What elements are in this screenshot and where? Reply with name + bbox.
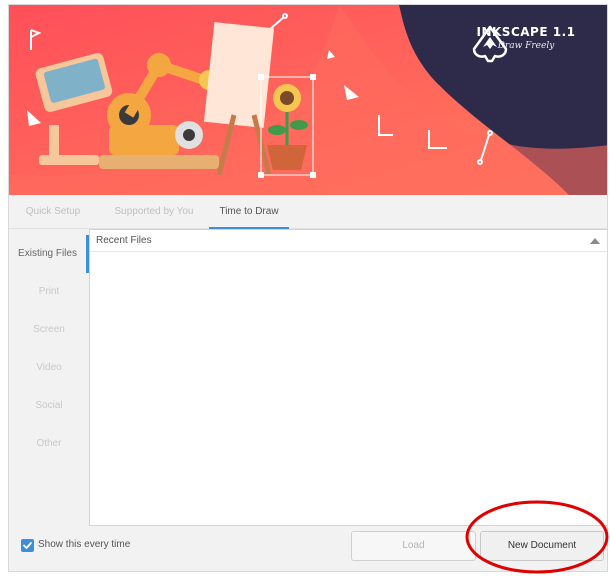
template-category-sidebar: Existing Files Print Screen Video Social… — [9, 229, 89, 525]
sidebar-item-other[interactable]: Other — [9, 425, 89, 463]
recent-files-list[interactable]: Recent Files — [89, 229, 607, 526]
dialog-footer: Show this every time Load New Document — [9, 526, 607, 571]
tab-time-to-draw[interactable]: Time to Draw — [209, 195, 289, 229]
tab-supported-by-you[interactable]: Supported by You — [109, 195, 199, 229]
sidebar-item-video[interactable]: Video — [9, 349, 89, 387]
load-button[interactable]: Load — [351, 531, 476, 561]
checkmark-icon — [23, 542, 32, 549]
welcome-dialog: INKSCAPE 1.1 Draw Freely Quick Setup Sup… — [8, 4, 608, 572]
welcome-tabs: Quick Setup Supported by You Time to Dra… — [9, 195, 607, 229]
show-every-time-checkbox[interactable] — [21, 539, 34, 552]
recent-files-header[interactable]: Recent Files — [90, 230, 607, 252]
welcome-banner: INKSCAPE 1.1 Draw Freely — [9, 5, 607, 195]
sidebar-item-print[interactable]: Print — [9, 273, 89, 311]
tab-quick-setup[interactable]: Quick Setup — [21, 195, 85, 229]
sort-ascending-icon[interactable] — [590, 238, 600, 244]
recent-files-title: Recent Files — [96, 235, 152, 246]
show-every-time-label[interactable]: Show this every time — [38, 539, 130, 550]
new-document-button[interactable]: New Document — [480, 531, 604, 561]
inkscape-brand: INKSCAPE 1.1 Draw Freely — [471, 25, 581, 63]
sidebar-item-existing-files[interactable]: Existing Files — [9, 235, 89, 273]
sidebar-item-social[interactable]: Social — [9, 387, 89, 425]
sidebar-item-screen[interactable]: Screen — [9, 311, 89, 349]
app-tagline: Draw Freely — [497, 41, 555, 51]
